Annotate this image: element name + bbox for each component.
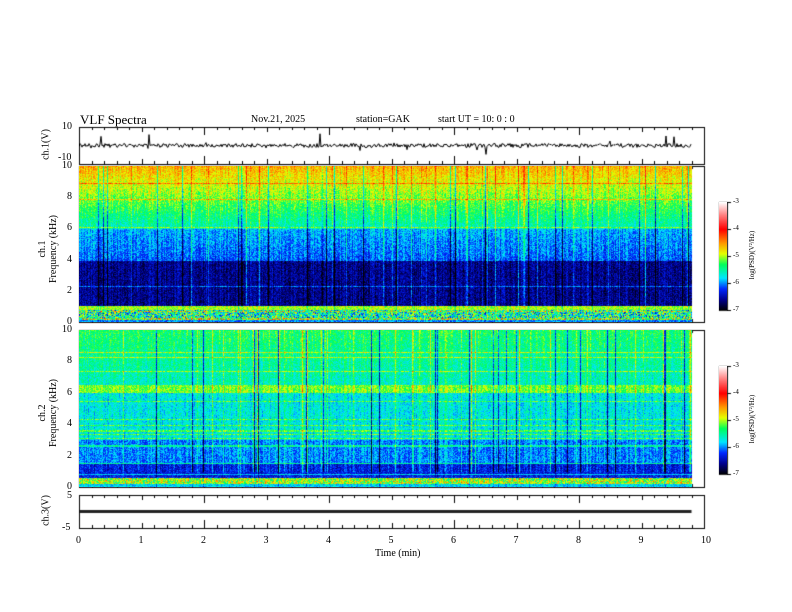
x-axis-label: Time (min) bbox=[375, 548, 421, 559]
date-label: Nov.21, 2025 bbox=[251, 114, 306, 125]
colorbar-tick-label: -4 bbox=[733, 224, 739, 232]
frequency-label: Frequency (kHz) bbox=[48, 214, 59, 284]
x-tick-label: 6 bbox=[451, 535, 456, 546]
ch2-label: ch.2 bbox=[37, 404, 48, 422]
colorbar-tick-label: -5 bbox=[733, 251, 739, 259]
x-tick-label: 9 bbox=[638, 535, 644, 546]
figure-title: VLF Spectra bbox=[80, 112, 147, 127]
ch2-colorbar-label: log(PSD)(V²/Hz) bbox=[748, 394, 756, 444]
y-tick-label: 8 bbox=[67, 191, 72, 203]
ch3-waveform-plot bbox=[79, 495, 705, 528]
y-tick-label: 4 bbox=[67, 253, 72, 265]
station-label: station=GAK bbox=[356, 114, 410, 125]
x-tick-label: 4 bbox=[326, 535, 331, 546]
x-tick-label: 0 bbox=[76, 535, 81, 546]
colorbar-tick-label: -7 bbox=[733, 305, 739, 313]
y-tick-label: 6 bbox=[67, 386, 72, 398]
vlf-spectra-figure: VLF Spectra Nov.21, 2025 station=GAK sta… bbox=[0, 0, 792, 612]
ch2-spectrogram bbox=[79, 330, 705, 487]
colorbar-tick-label: -7 bbox=[733, 469, 739, 477]
ch1-colorbar bbox=[719, 202, 727, 310]
ch1-label: ch.1 bbox=[37, 240, 48, 258]
colorbar-tick-label: -3 bbox=[733, 197, 739, 205]
y-tick-label: 6 bbox=[67, 222, 72, 234]
ch2-spectrogram-ylabel: ch.2 Frequency (kHz) bbox=[37, 363, 59, 463]
colorbar-tick-label: -4 bbox=[733, 388, 739, 396]
y-tick-label: 4 bbox=[67, 418, 72, 430]
y-tick-label: 2 bbox=[67, 284, 72, 296]
colorbar-tick-label: -3 bbox=[733, 361, 739, 369]
start-time-label: start UT = 10: 0 : 0 bbox=[438, 114, 515, 125]
ch1-waveform-plot bbox=[79, 127, 705, 164]
ch1-spectrogram bbox=[79, 166, 705, 322]
y-tick-label: -5 bbox=[62, 522, 71, 533]
ch3-ylabel: ch.3(V) bbox=[40, 495, 52, 526]
x-tick-label: 1 bbox=[138, 535, 144, 546]
x-tick-label: 7 bbox=[513, 535, 519, 546]
frequency-label: Frequency (kHz) bbox=[48, 378, 59, 448]
ch1-ylabel: ch.1(V) bbox=[40, 129, 52, 160]
y-tick-label: 5 bbox=[67, 490, 72, 501]
x-tick-label: 10 bbox=[701, 535, 711, 546]
y-tick-label: 10 bbox=[62, 121, 72, 132]
ch2-colorbar bbox=[719, 366, 727, 474]
y-tick-label: 10 bbox=[62, 324, 72, 335]
y-tick-label: 8 bbox=[67, 355, 72, 367]
x-tick-label: 8 bbox=[576, 535, 581, 546]
colorbar-tick-label: -6 bbox=[733, 442, 739, 450]
x-tick-label: 5 bbox=[388, 535, 394, 546]
ch1-colorbar-label: log(PSD)(V²/Hz) bbox=[748, 230, 756, 280]
x-tick-label: 3 bbox=[263, 535, 269, 546]
x-tick-label: 2 bbox=[201, 535, 206, 546]
colorbar-tick-label: -6 bbox=[733, 278, 739, 286]
colorbar-tick-label: -5 bbox=[733, 415, 739, 423]
ch1-spectrogram-ylabel: ch.1 Frequency (kHz) bbox=[37, 199, 59, 299]
y-tick-label: 10 bbox=[62, 160, 72, 171]
y-tick-label: 2 bbox=[67, 449, 72, 461]
